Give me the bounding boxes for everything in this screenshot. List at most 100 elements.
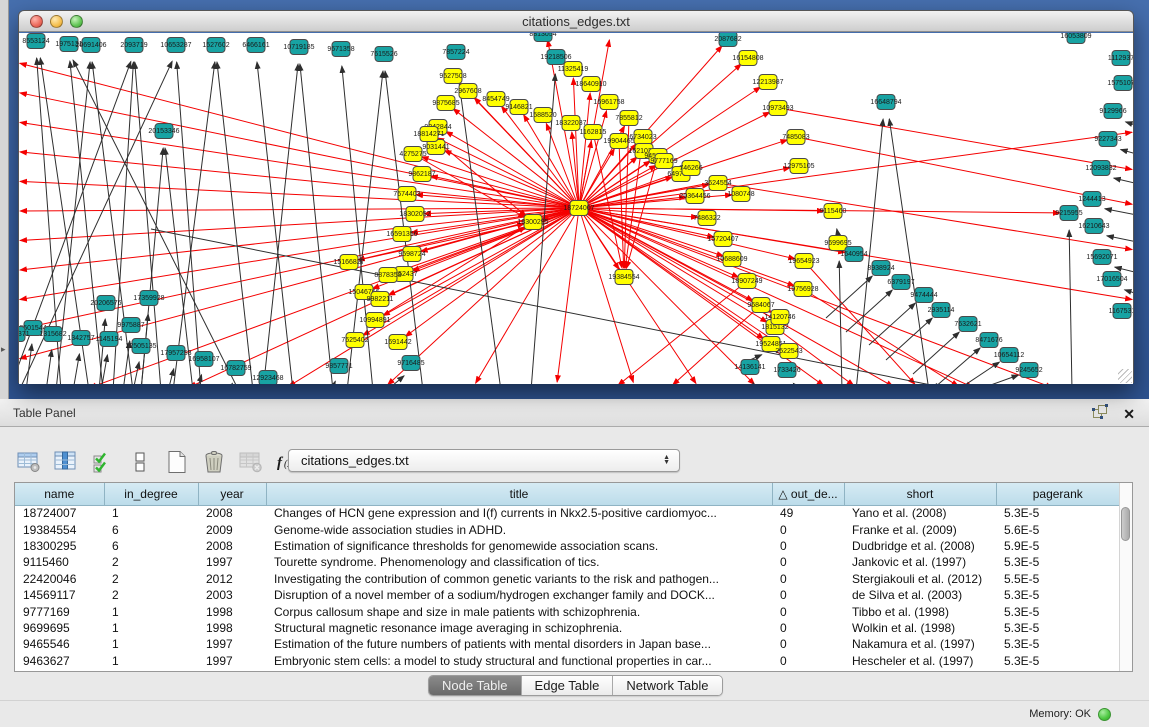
table-row[interactable]: 2242004622012Investigating the contribut… [15,571,1119,587]
table-cell[interactable]: 6 [104,538,198,554]
table-row[interactable]: 1456911722003Disruption of a novel membe… [15,587,1119,603]
table-cell[interactable]: Wolkin et al. (1998) [844,620,996,636]
table-row[interactable]: 969969511998Structural magnetic resonanc… [15,620,1119,636]
graph-node[interactable]: 17016504 [1096,272,1127,287]
graph-node[interactable]: 9875685 [432,96,459,111]
table-row[interactable]: 1872400712008Changes of HCN gene express… [15,505,1119,521]
graph-node[interactable]: 14136141 [734,360,765,375]
show-column-icon[interactable] [53,449,79,475]
column-header[interactable]: pagerank [996,483,1119,505]
table-cell[interactable]: 1 [104,636,198,652]
table-cell[interactable]: Yano et al. (2008) [844,505,996,521]
graph-node[interactable]: 3624554 [704,176,731,191]
table-cell[interactable]: 5.3E-5 [996,636,1119,652]
column-header[interactable]: short [844,483,996,505]
table-cell[interactable]: Embryonic stem cells: a model to study s… [266,653,772,669]
network-window-titlebar[interactable]: citations_edges.txt [19,11,1133,32]
graph-node[interactable]: 16053809 [1060,33,1091,44]
graph-node[interactable]: 10653287 [160,38,191,53]
table-cell[interactable]: 5.3E-5 [996,653,1119,669]
table-cell[interactable]: 2 [104,587,198,603]
graph-node[interactable]: 19654923 [788,254,819,269]
close-window-icon[interactable] [30,15,43,28]
table-cell[interactable]: 0 [772,587,844,603]
graph-node[interactable]: 12975105 [783,159,814,174]
table-cell[interactable]: 19384554 [15,521,104,537]
graph-node[interactable]: 10994891 [359,313,390,328]
table-cell[interactable]: Hescheler et al. (1997) [844,653,996,669]
graph-node[interactable]: 9862187 [408,167,435,182]
graph-node[interactable]: 9982211 [367,292,394,307]
table-cell[interactable]: 1 [104,505,198,521]
table-row[interactable]: 1938455462009Genome-wide association stu… [15,521,1119,537]
table-cell[interactable]: 6 [104,521,198,537]
graph-node[interactable]: 8553124 [22,34,49,49]
graph-node[interactable]: 9598724 [398,247,425,262]
table-cell[interactable]: Investigating the contribution of common… [266,571,772,587]
table-scrollbar[interactable] [1119,483,1132,671]
column-header[interactable]: in_degree [104,483,198,505]
graph-node[interactable]: 7632621 [954,317,981,332]
table-cell[interactable]: 9777169 [15,603,104,619]
table-cell[interactable]: 1998 [198,603,266,619]
table-cell[interactable]: Structural magnetic resonance image aver… [266,620,772,636]
table-cell[interactable]: 9465546 [15,636,104,652]
table-cell[interactable]: 5.3E-5 [996,603,1119,619]
graph-node[interactable]: 15751074 [1107,76,1133,91]
table-cell[interactable]: 0 [772,571,844,587]
table-cell[interactable]: 9699695 [15,620,104,636]
graph-node[interactable]: 9129966 [1099,104,1126,119]
table-cell[interactable]: 0 [772,538,844,554]
table-mode-icon[interactable] [16,449,42,475]
table-cell[interactable]: Tourette syndrome. Phenomenology and cla… [266,554,772,570]
graph-node[interactable]: 6379197 [887,275,914,290]
graph-node[interactable]: 16154808 [732,51,763,66]
graph-node[interactable]: 7855812 [615,111,642,126]
graph-node[interactable]: 19756928 [787,282,818,297]
table-cell[interactable]: 2 [104,554,198,570]
graph-node[interactable]: 20691406 [75,38,106,53]
graph-node[interactable]: 746266 [679,161,702,176]
table-cell[interactable]: de Silva et al. (2003) [844,587,996,603]
graph-node[interactable]: 7615526 [370,47,397,62]
graph-node[interactable]: 7857224 [442,45,469,60]
table-cell[interactable]: 0 [772,521,844,537]
delete-table-icon[interactable] [238,449,264,475]
table-cell[interactable]: Franke et al. (2009) [844,521,996,537]
table-cell[interactable]: 5.3E-5 [996,554,1119,570]
table-cell[interactable]: Changes of HCN gene expression and I(f) … [266,505,772,521]
table-cell[interactable]: 5.9E-5 [996,538,1119,554]
graph-node[interactable]: 2087682 [714,33,741,47]
close-panel-icon[interactable]: ✕ [1123,406,1135,422]
table-row[interactable]: 1830029562008Estimation of significance … [15,538,1119,554]
table-cell[interactable]: 0 [772,603,844,619]
network-canvas[interactable]: 8553124197513120691406209371910653287152… [19,33,1133,384]
graph-node[interactable]: 8938924 [867,261,894,276]
column-header[interactable]: title [266,483,772,505]
collapse-handle-icon[interactable]: ▸ [1,344,6,355]
new-column-icon[interactable] [164,449,190,475]
graph-node[interactable]: 10654112 [994,348,1025,363]
graph-node[interactable]: 12093832 [1085,161,1116,176]
graph-node[interactable]: 9671358 [327,42,354,57]
table-cell[interactable]: 5.5E-5 [996,571,1119,587]
graph-node[interactable]: 1527602 [202,38,229,53]
table-cell[interactable]: 2003 [198,587,266,603]
minimize-window-icon[interactable] [50,15,63,28]
table-cell[interactable]: 1 [104,620,198,636]
table-cell[interactable]: Disruption of a novel member of a sodium… [266,587,772,603]
table-cell[interactable]: Tibbo et al. (1998) [844,603,996,619]
column-header[interactable]: year [198,483,266,505]
table-cell[interactable]: Corpus callosum shape and size in male p… [266,603,772,619]
table-cell[interactable]: 9463627 [15,653,104,669]
graph-node[interactable]: 6466161 [242,38,269,53]
table-cell[interactable]: 0 [772,636,844,652]
zoom-window-icon[interactable] [70,15,83,28]
table-cell[interactable]: 5.6E-5 [996,521,1119,537]
table-cell[interactable]: 9115460 [15,554,104,570]
network-window[interactable]: citations_edges.txt 85531241975131206914… [18,10,1134,383]
table-cell[interactable]: 5.3E-5 [996,587,1119,603]
table-row[interactable]: 911546021997Tourette syndrome. Phenomeno… [15,554,1119,570]
table-cell[interactable]: 5.3E-5 [996,505,1119,521]
table-cell[interactable]: 0 [772,554,844,570]
